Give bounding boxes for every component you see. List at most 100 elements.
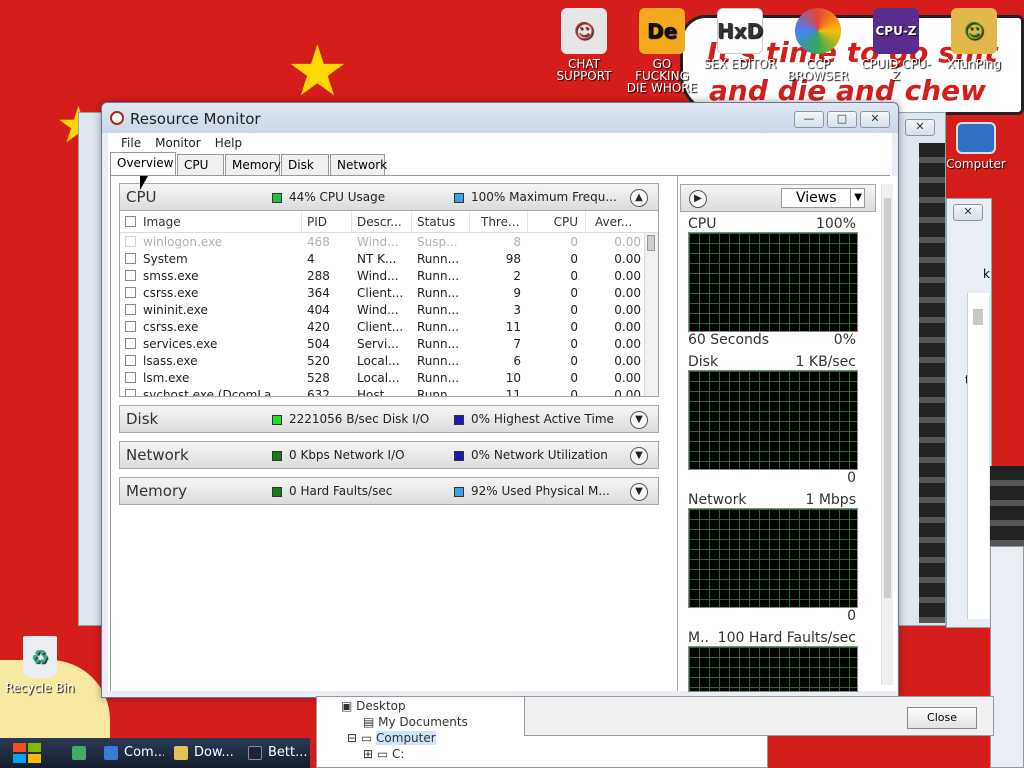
column-description[interactable]: Descr... [357,215,409,229]
title-bar[interactable]: Resource Monitor — □ ✕ [102,103,898,133]
row-checkbox[interactable] [125,236,136,247]
desktop-icon-ccp-browser[interactable]: CCP BROWSER [780,8,856,82]
row-checkbox[interactable] [125,270,136,281]
background-window-2[interactable]: ✕ k ties [946,198,992,628]
table-cell: csrss.exe [143,286,199,300]
desktop-icon-label: CCP BROWSER [787,57,849,83]
menu-help[interactable]: Help [208,133,249,153]
disk-io-stat: 2221056 B/sec Disk I/O [289,412,430,426]
minimize-button[interactable]: — [794,111,824,128]
table-row[interactable]: lsass.exe 520 Local... Runn... 6 0 0.00 [120,352,658,369]
chevron-right-icon[interactable]: ▶ [689,190,707,208]
table-row[interactable]: csrss.exe 364 Client... Runn... 9 0 0.00 [120,284,658,301]
table-cell: 9 [513,286,521,300]
close-dialog-button[interactable]: Close [907,707,977,729]
tab-memory[interactable]: Memory [225,154,281,175]
views-dropdown[interactable]: Views ▼ [781,188,865,208]
taskbar-item-bett[interactable]: Bett... [244,740,310,766]
network-graph: Network 1 Mbps 0 [688,492,862,624]
taskbar-item-downloads[interactable]: Dow... [170,740,236,766]
select-all-checkbox[interactable] [125,216,136,227]
row-checkbox[interactable] [125,355,136,366]
table-row[interactable]: smss.exe 288 Wind... Runn... 2 0 0.00 [120,267,658,284]
graph-pane: ▶ Views ▼ CPU 100% 60 Seconds 0% Disk 1 KB/… [677,176,897,692]
close-icon[interactable]: ✕ [905,119,935,136]
table-cell: Runn... [417,354,460,368]
tab-disk[interactable]: Disk [281,154,329,175]
tree-item-my-documents[interactable]: ▤ My Documents [363,715,468,729]
close-icon[interactable]: ✕ [953,204,983,221]
memory-section-header[interactable]: Memory 0 Hard Faults/sec 92% Used Physic… [119,477,659,505]
table-row[interactable]: winlogon.exe 468 Wind... Susp... 8 0 0.00 [120,233,658,250]
tab-overview[interactable]: Overview [110,152,176,175]
maximize-button[interactable]: □ [827,111,857,128]
network-section-header[interactable]: Network 0 Kbps Network I/O 0% Network Ut… [119,441,659,469]
desktop-icon-go-die[interactable]: De GO FUCKING DIE WHORE [624,8,700,94]
row-checkbox[interactable] [125,253,136,264]
desktop-icon-recycle-bin[interactable]: ♻ Recycle Bin [2,636,78,694]
column-threads[interactable]: Thre... [481,215,523,229]
desktop-icon-cpuz[interactable]: CPU-Z CPUID CPU-Z [858,8,934,82]
collapse-icon[interactable]: ▲ [630,189,648,207]
desktop-icon-label: SEX EDITOR [703,57,777,71]
scroll-thumb[interactable] [884,198,891,598]
show-desktop-button[interactable] [64,740,94,766]
tree-item-drive-c[interactable]: ⊞ ▭ C: [363,747,404,761]
tree-item-desktop[interactable]: ▣ Desktop [341,699,406,713]
start-button[interactable] [10,740,44,766]
desktop-icon-label: XTunPing [946,57,1002,71]
table-cell: smss.exe [143,269,199,283]
expand-icon[interactable]: ▼ [630,483,648,501]
column-average-cpu[interactable]: Aver... [595,215,643,229]
table-row[interactable]: lsm.exe 528 Local... Runn... 10 0 0.00 [120,369,658,386]
row-checkbox[interactable] [125,321,136,332]
table-row[interactable]: services.exe 504 Servi... Runn... 7 0 0.00 [120,335,658,352]
graph-pane-scrollbar[interactable] [881,184,893,685]
disk-section-header[interactable]: Disk 2221056 B/sec Disk I/O 0% Highest A… [119,405,659,433]
column-status[interactable]: Status [417,215,467,229]
table-row[interactable]: csrss.exe 420 Client... Runn... 11 0 0.00 [120,318,658,335]
table-cell: Runn... [417,337,460,351]
column-image[interactable]: Image [143,215,293,229]
tab-cpu[interactable]: CPU [177,154,224,175]
taskbar-item-label: Com... [124,745,164,760]
menu-file[interactable]: File [114,133,148,153]
desktop-icon-xtunping[interactable]: ☺ XTunPing [936,8,1012,70]
desktop-icon-chat-support[interactable]: ☺ CHAT SUPPORT [546,8,622,82]
expand-icon[interactable]: ▼ [630,447,648,465]
resource-monitor-window[interactable]: Resource Monitor — □ ✕ File Monitor Help… [101,102,899,698]
cpu-section-header[interactable]: CPU 44% CPU Usage 100% Maximum Frequ... … [119,183,659,211]
table-cell: 0 [570,303,578,317]
table-row[interactable]: System 4 NT K... Runn... 98 0 0.00 [120,250,658,267]
table-cell: System [143,252,188,266]
desktop-icon-computer[interactable]: Computer [938,122,1014,170]
expand-icon[interactable]: ▼ [630,411,648,429]
column-pid[interactable]: PID [307,215,349,229]
tab-network[interactable]: Network [330,154,387,175]
row-checkbox[interactable] [125,304,136,315]
network-util-swatch [454,451,464,461]
graph-max: 100% [815,216,856,232]
process-table-scrollbar[interactable] [644,233,658,396]
row-checkbox[interactable] [125,338,136,349]
table-cell: 0 [570,371,578,385]
desktop-icon-sex-editor[interactable]: HxD SEX EDITOR [702,8,778,70]
taskbar-item-computer[interactable]: Com... [100,740,164,766]
menu-monitor[interactable]: Monitor [148,133,208,153]
table-row[interactable]: svchost.exe (DcomLa... 632 Host... Runn... 1… [120,386,658,397]
column-cpu[interactable]: CPU [530,215,578,229]
table-cell: Client... [357,320,404,334]
table-cell: Runn... [417,388,460,397]
max-frequency-swatch [454,193,464,203]
scrollbar[interactable] [967,293,989,619]
scroll-thumb[interactable] [973,309,983,325]
table-row[interactable]: wininit.exe 404 Wind... Runn... 3 0 0.00 [120,301,658,318]
scroll-thumb[interactable] [647,235,655,251]
row-checkbox[interactable] [125,372,136,383]
tree-label: C: [392,747,405,761]
close-button[interactable]: ✕ [860,111,890,128]
row-checkbox[interactable] [125,287,136,298]
dialog-footer: Close [524,696,994,736]
tree-item-computer[interactable]: ⊟ ▭ Computer [347,731,436,745]
row-checkbox[interactable] [125,389,136,396]
